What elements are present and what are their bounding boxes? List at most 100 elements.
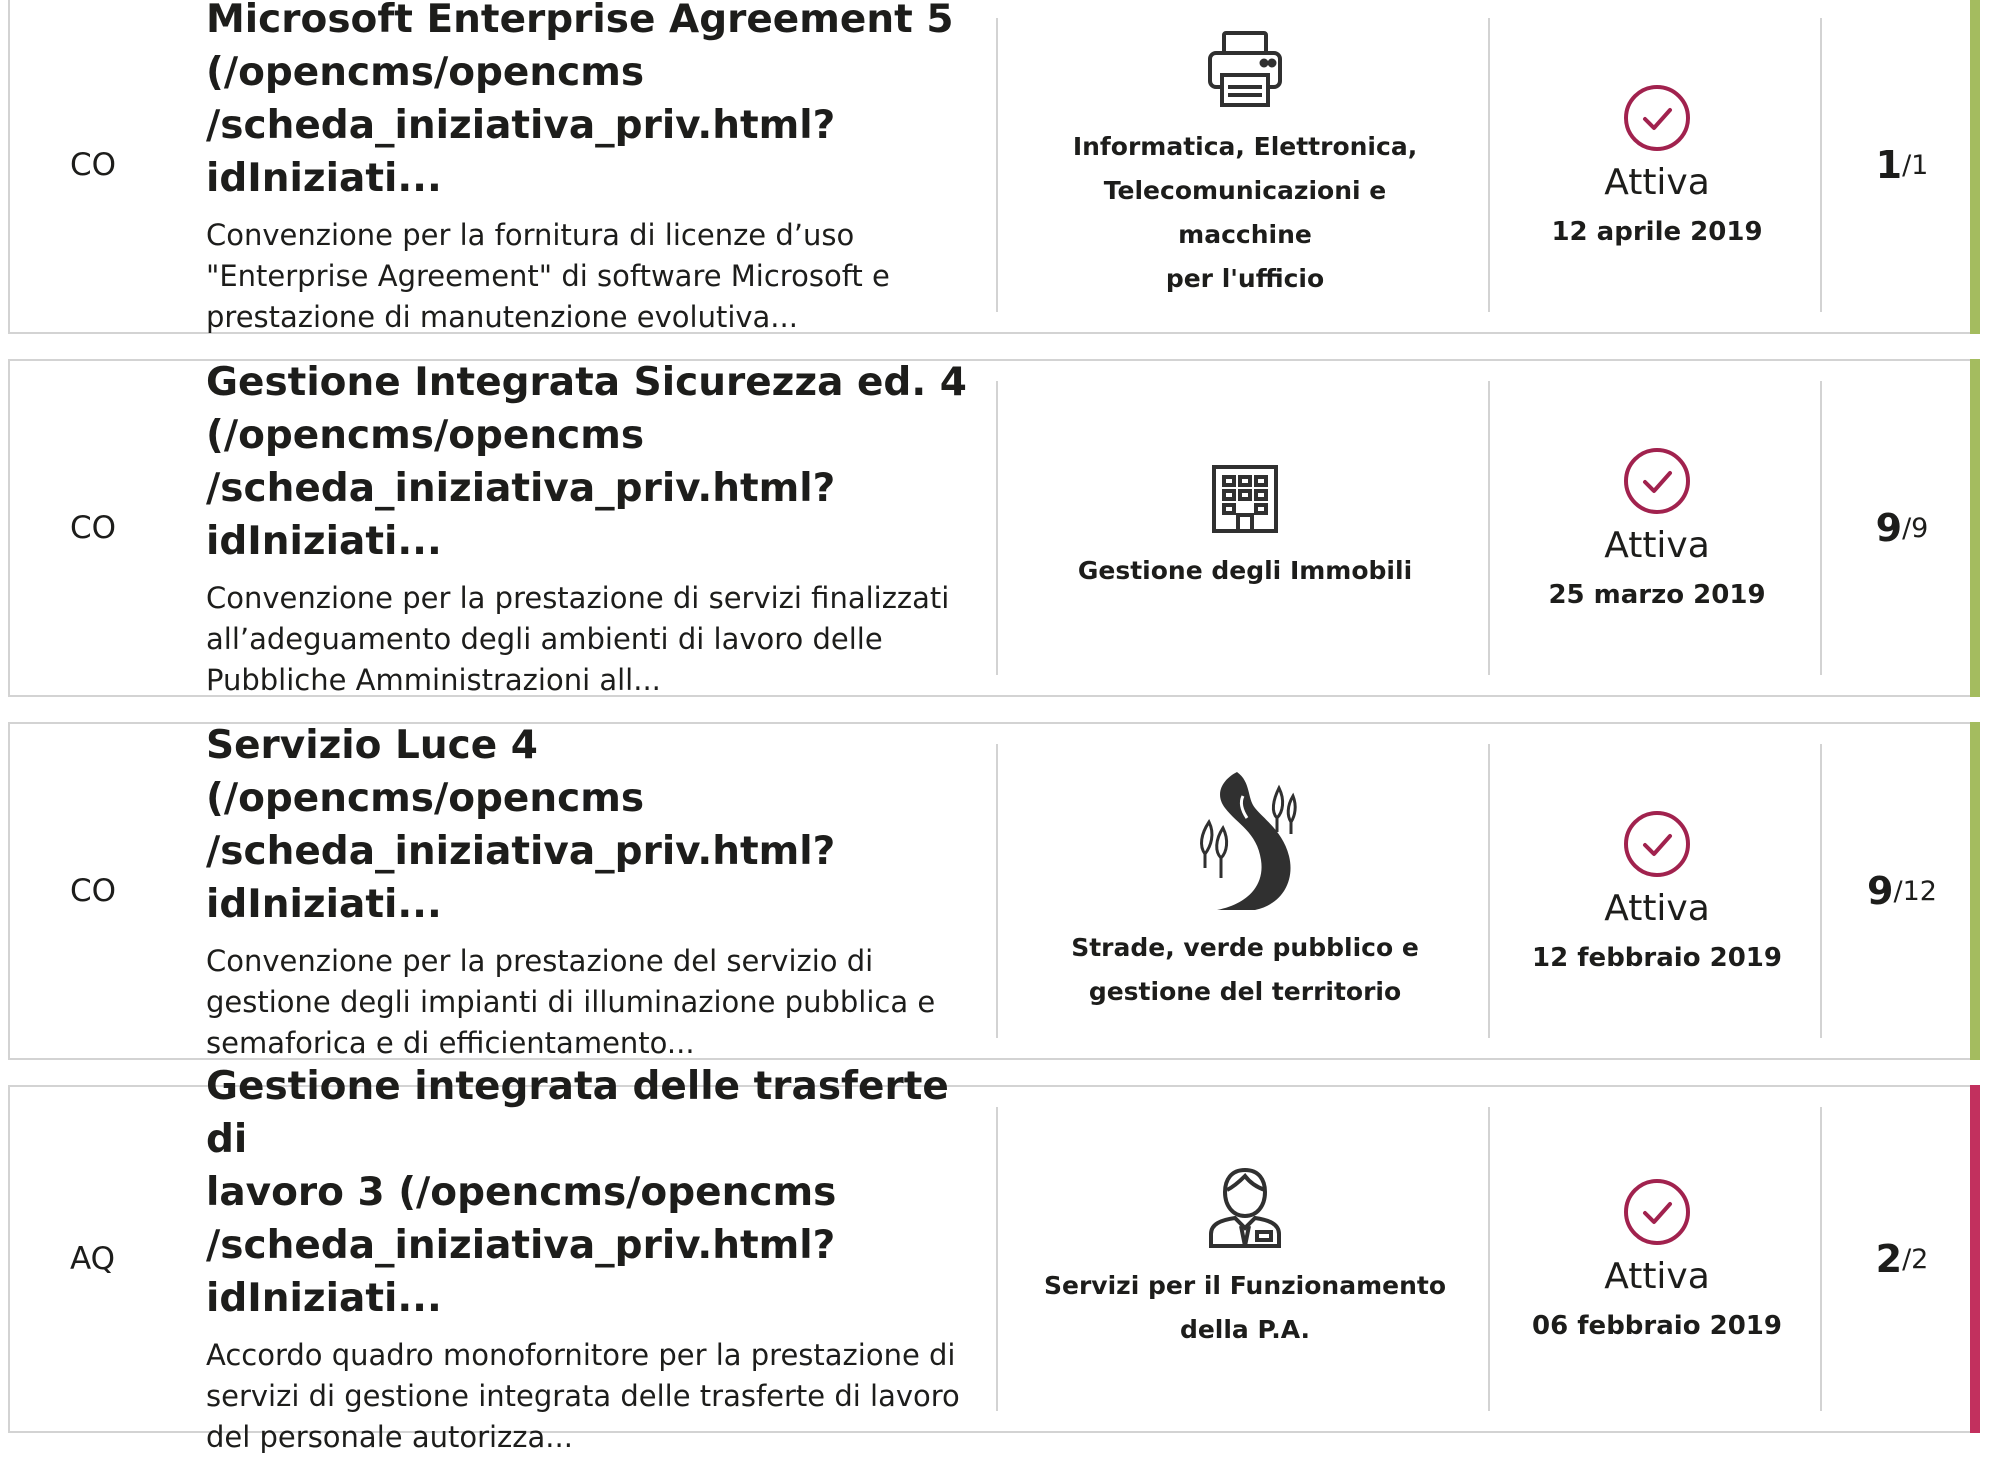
status-date: 12 aprile 2019: [1551, 216, 1763, 247]
status-text: Attiva: [1604, 1255, 1710, 1297]
category-line: Strade, verde pubblico e: [1071, 933, 1419, 962]
column-divider: [1820, 381, 1822, 675]
category-line: Informatica, Elettronica,: [1072, 132, 1418, 161]
category: Gestione degli Immobili: [1000, 361, 1490, 695]
initiative-card: AQ Gestione integrata delle trasferte di…: [8, 1064, 1980, 1454]
status-date: 06 febbraio 2019: [1532, 1310, 1782, 1341]
description-line: gestione degli impianti di illuminazione…: [206, 984, 936, 1019]
title-line: (/opencms/opencms: [206, 412, 645, 458]
category: Informatica, Elettronica, Telecomunicazi…: [1000, 0, 1490, 332]
type-label: CO: [70, 873, 117, 909]
count-total: /2: [1902, 1243, 1929, 1275]
description-line: "Enterprise Agreement" di software Micro…: [206, 258, 890, 293]
count-active: 2: [1875, 1237, 1903, 1281]
category-line: gestione del territorio: [1088, 977, 1402, 1006]
status: Attiva 06 febbraio 2019: [1492, 1087, 1822, 1431]
title-line: /scheda_iniziativa_priv.html?idIniziati.…: [206, 828, 836, 927]
count-active: 1: [1875, 143, 1903, 187]
title-line: Gestione Integrata Sicurezza ed. 4: [206, 359, 967, 405]
count-active: 9: [1867, 869, 1894, 913]
description-line: Convenzione per la fornitura di licenze …: [206, 217, 855, 252]
status-date: 25 marzo 2019: [1548, 579, 1766, 610]
status-text: Attiva: [1604, 887, 1710, 929]
lot-count: 9/9: [1824, 361, 1980, 695]
category-line: Servizi per il Funzionamento: [1043, 1271, 1447, 1300]
type-label: CO: [70, 147, 117, 183]
status-date: 12 febbraio 2019: [1532, 942, 1782, 973]
lot-count: 9/12: [1824, 724, 1980, 1058]
category: Servizi per il Funzionamento della P.A.: [1000, 1087, 1490, 1431]
status-text: Attiva: [1604, 161, 1710, 203]
title-line: Gestione integrata delle trasferte di: [206, 1064, 949, 1162]
initiative-description: Accordo quadro monofornitore per la pres…: [206, 1335, 986, 1458]
status-text: Attiva: [1604, 524, 1710, 566]
check-circle-icon: [1623, 447, 1691, 515]
building-icon: [1210, 463, 1280, 535]
category-label: Servizi per il Funzionamento della P.A.: [1044, 1264, 1446, 1352]
initiative-title-link[interactable]: Microsoft Enterprise Agreement 5 (/openc…: [206, 0, 986, 205]
initiative-card: CO Servizio Luce 4 (/opencms/opencms /sc…: [8, 722, 1980, 1060]
printer-icon: [1206, 29, 1284, 111]
title-line: /scheda_iniziativa_priv.html?idIniziati.…: [206, 465, 836, 564]
initiative-main: Gestione integrata delle trasferte di la…: [206, 1064, 986, 1454]
category-line: della P.A.: [1179, 1315, 1311, 1344]
type-label: AQ: [70, 1241, 116, 1277]
category-label: Gestione degli Immobili: [1078, 549, 1412, 593]
description-line: Convenzione per la prestazione di serviz…: [206, 580, 950, 615]
lot-count: 2/2: [1824, 1087, 1980, 1431]
column-divider: [1488, 18, 1490, 312]
initiative-card: CO Gestione Integrata Sicurezza ed. 4 (/…: [8, 359, 1980, 697]
check-circle-icon: [1623, 1178, 1691, 1246]
initiative-title-link[interactable]: Gestione integrata delle trasferte di la…: [206, 1060, 986, 1325]
column-divider: [1488, 744, 1490, 1038]
column-divider: [1488, 381, 1490, 675]
category-line: Gestione degli Immobili: [1077, 556, 1413, 585]
initiative-title-link[interactable]: Gestione Integrata Sicurezza ed. 4 (/ope…: [206, 356, 986, 568]
title-line: lavoro 3 (/opencms/opencms: [206, 1170, 837, 1215]
initiative-main: Gestione Integrata Sicurezza ed. 4 (/ope…: [206, 360, 986, 697]
initiative-description: Convenzione per la fornitura di licenze …: [206, 215, 986, 338]
column-divider: [996, 1107, 998, 1411]
category-line: per l'ufficio: [1165, 264, 1325, 293]
count-total: /9: [1902, 512, 1929, 544]
description-line: Pubbliche Amministrazioni all...: [206, 662, 661, 697]
column-divider: [1820, 1107, 1822, 1411]
column-divider: [1820, 18, 1822, 312]
category-label: Strade, verde pubblico e gestione del te…: [1071, 926, 1419, 1014]
initiative-title-link[interactable]: Servizio Luce 4 (/opencms/opencms /sched…: [206, 719, 986, 931]
column-divider: [1820, 744, 1822, 1038]
category-line: Telecomunicazioni e macchine: [1103, 176, 1387, 249]
category-label: Informatica, Elettronica, Telecomunicazi…: [1035, 125, 1455, 301]
initiative-card: CO Microsoft Enterprise Agreement 5 (/op…: [8, 0, 1980, 334]
title-line: Microsoft Enterprise Agreement 5: [206, 0, 954, 42]
description-line: Accordo quadro monofornitore per la pres…: [206, 1338, 956, 1372]
description-line: servizi di gestione integrata delle tras…: [206, 1379, 960, 1413]
status: Attiva 12 febbraio 2019: [1492, 724, 1822, 1058]
initiative-description: Convenzione per la prestazione di serviz…: [206, 578, 986, 701]
initiative-main: Microsoft Enterprise Agreement 5 (/openc…: [206, 0, 986, 334]
count-total: /1: [1902, 149, 1929, 181]
initiative-description: Convenzione per la prestazione del servi…: [206, 941, 986, 1064]
title-line: (/opencms/opencms: [206, 49, 645, 95]
title-line: /scheda_iniziativa_priv.html?idIniziati.…: [206, 1223, 836, 1321]
column-divider: [1488, 1107, 1490, 1411]
title-line: /scheda_iniziativa_priv.html?idIniziati.…: [206, 102, 836, 201]
description-line: all’adeguamento degli ambienti di lavoro…: [206, 621, 883, 656]
category: Strade, verde pubblico e gestione del te…: [1000, 724, 1490, 1058]
status: Attiva 12 aprile 2019: [1492, 0, 1822, 332]
column-divider: [996, 381, 998, 675]
person-icon: [1205, 1166, 1285, 1250]
status: Attiva 25 marzo 2019: [1492, 361, 1822, 695]
lot-count: 1/1: [1824, 0, 1980, 332]
initiative-main: Servizio Luce 4 (/opencms/opencms /sched…: [206, 723, 986, 1060]
column-divider: [996, 744, 998, 1038]
count-active: 9: [1875, 506, 1903, 550]
title-line: Servizio Luce 4 (/opencms/opencms: [206, 722, 645, 821]
description-line: del personale autorizza...: [206, 1420, 573, 1454]
count-total: /12: [1893, 875, 1937, 907]
check-circle-icon: [1623, 84, 1691, 152]
type-label: CO: [70, 510, 117, 546]
description-line: Convenzione per la prestazione del servi…: [206, 943, 874, 978]
description-line: prestazione di manutenzione evolutiva...: [206, 299, 798, 334]
road-trees-icon: [1185, 768, 1305, 912]
